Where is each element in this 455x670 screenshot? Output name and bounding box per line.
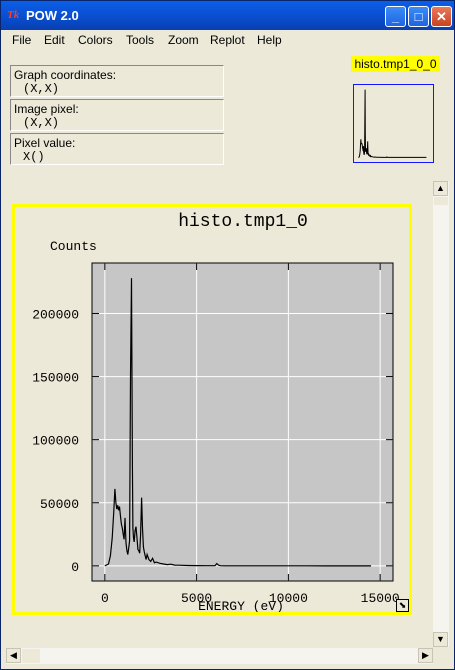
y-tick-label: 50000 bbox=[40, 497, 79, 512]
maximize-button[interactable]: □ bbox=[408, 6, 429, 27]
y-tick-label: 150000 bbox=[32, 371, 79, 386]
tk-app-icon: Tk bbox=[7, 9, 20, 21]
minimize-button[interactable]: _ bbox=[385, 6, 406, 27]
chart-title: histo.tmp1_0 bbox=[178, 212, 308, 232]
vertical-scroll-thumb[interactable] bbox=[434, 197, 448, 205]
x-tick-label: 0 bbox=[101, 591, 109, 606]
pixel-value-label: Pixel value: bbox=[14, 136, 76, 150]
thumbnail-plot bbox=[358, 89, 427, 158]
menu-colors[interactable]: Colors bbox=[78, 33, 113, 47]
scroll-right-icon: ▶ bbox=[422, 650, 429, 660]
maximize-icon: □ bbox=[414, 9, 423, 24]
menu-help[interactable]: Help bbox=[257, 33, 282, 47]
graph-coordinates-box: Graph coordinates: (X,X) bbox=[10, 65, 224, 97]
y-tick-label: 100000 bbox=[32, 434, 79, 449]
scroll-left-icon: ◀ bbox=[10, 650, 17, 660]
graph-panel[interactable]: 0 5000 10000 15000 0 50000 100000 150000 200000 h… bbox=[12, 204, 412, 615]
menu-zoom[interactable]: Zoom bbox=[168, 33, 199, 47]
scroll-right-button[interactable]: ▶ bbox=[418, 648, 433, 663]
title-bar[interactable]: Tk POW 2.0 _ □ ✕ bbox=[1, 1, 454, 30]
horizontal-scroll-thumb[interactable] bbox=[22, 649, 40, 663]
menu-edit[interactable]: Edit bbox=[44, 33, 65, 47]
graph-coordinates-label: Graph coordinates: bbox=[14, 68, 117, 82]
x-tick-label: 15000 bbox=[361, 591, 400, 606]
close-icon: ✕ bbox=[436, 9, 447, 24]
graph-coordinates-value: (X,X) bbox=[23, 82, 60, 96]
menu-replot[interactable]: Replot bbox=[210, 33, 245, 47]
close-button[interactable]: ✕ bbox=[431, 6, 452, 27]
image-pixel-label: Image pixel: bbox=[14, 102, 79, 116]
resize-handle-icon[interactable]: ⬊ bbox=[396, 599, 409, 612]
image-pixel-box: Image pixel: (X,X) bbox=[10, 99, 224, 131]
histogram-chart[interactable]: 0 5000 10000 15000050000100000150000200000h… bbox=[15, 207, 409, 614]
horizontal-scrollbar[interactable]: ◀ ▶ bbox=[6, 648, 433, 664]
thumbnail-series-line bbox=[358, 89, 427, 158]
scroll-down-button[interactable]: ▼ bbox=[433, 632, 448, 647]
minimize-icon: _ bbox=[391, 9, 400, 24]
pixel-value-value: X() bbox=[23, 150, 45, 164]
thumbnail-label[interactable]: histo.tmp1_0_0 bbox=[351, 56, 440, 72]
scroll-up-button[interactable]: ▲ bbox=[433, 181, 448, 196]
pixel-value-box: Pixel value: X() bbox=[10, 133, 224, 165]
scroll-left-button[interactable]: ◀ bbox=[6, 648, 21, 663]
y-tick-label: 0 bbox=[71, 560, 79, 575]
menu-tools[interactable]: Tools bbox=[126, 33, 154, 47]
pow-window: Tk POW 2.0 _ □ ✕ File Edit Colors Tools … bbox=[0, 0, 455, 670]
y-tick-label: 200000 bbox=[32, 307, 79, 322]
x-axis-label: ENERGY (eV) bbox=[198, 599, 284, 612]
scroll-up-icon: ▲ bbox=[436, 183, 445, 193]
y-axis-label: Counts bbox=[50, 239, 97, 254]
menu-bar: File Edit Colors Tools Zoom Replot Help bbox=[2, 30, 453, 50]
graph-thumbnail[interactable] bbox=[353, 84, 434, 163]
scroll-down-icon: ▼ bbox=[436, 634, 445, 644]
menu-file[interactable]: File bbox=[12, 33, 31, 47]
image-pixel-value: (X,X) bbox=[23, 116, 60, 130]
vertical-scrollbar[interactable]: ▲ ▼ bbox=[433, 181, 449, 647]
window-title: POW 2.0 bbox=[26, 8, 79, 23]
